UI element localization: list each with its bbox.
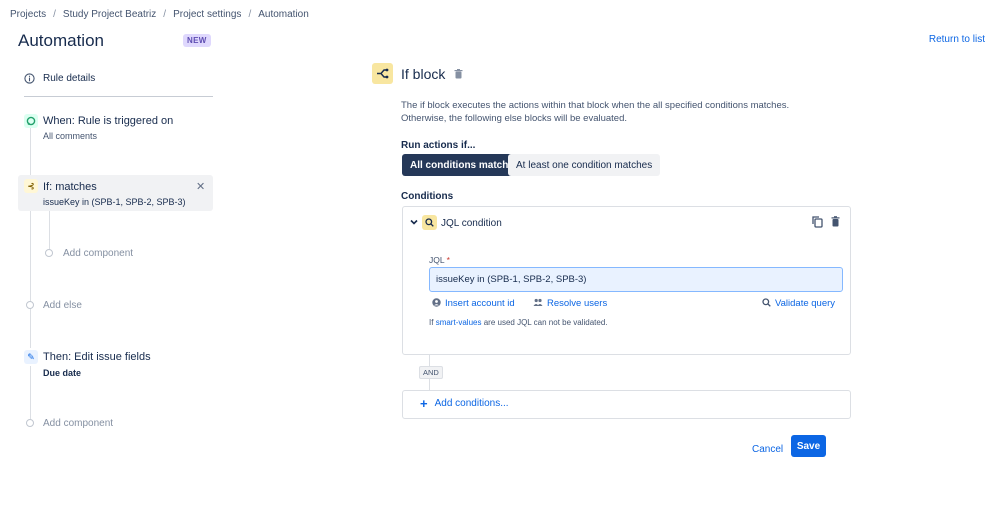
connector-line bbox=[30, 211, 31, 348]
description-line-2: Otherwise, the following else blocks wil… bbox=[401, 113, 628, 124]
cancel-button[interactable]: Cancel bbox=[748, 440, 787, 458]
insert-account-id-label: Insert account id bbox=[445, 298, 515, 309]
user-icon bbox=[432, 298, 441, 309]
run-actions-label: Run actions if... bbox=[401, 140, 476, 151]
new-badge: NEW bbox=[183, 34, 211, 47]
description-line-1: The if block executes the actions within… bbox=[401, 100, 790, 111]
validate-query-link[interactable]: Validate query bbox=[762, 298, 835, 309]
divider bbox=[24, 96, 213, 97]
add-component-dot bbox=[45, 249, 53, 257]
add-else-dot bbox=[26, 301, 34, 309]
add-conditions-label: Add conditions... bbox=[434, 398, 509, 409]
close-icon[interactable]: ✕ bbox=[196, 180, 205, 193]
add-conditions-button[interactable]: + Add conditions... bbox=[420, 395, 509, 411]
block-description: The if block executes the actions within… bbox=[401, 99, 821, 125]
comment-trigger-icon bbox=[24, 114, 38, 128]
jql-label-text: JQL bbox=[429, 255, 445, 265]
breadcrumb: Projects / Study Project Beatriz / Proje… bbox=[10, 9, 309, 20]
search-icon bbox=[762, 298, 771, 309]
jql-condition-title[interactable]: JQL condition bbox=[441, 218, 502, 229]
connector-line bbox=[30, 127, 31, 175]
all-conditions-match-button[interactable]: All conditions match bbox=[402, 154, 517, 176]
return-to-list-link[interactable]: Return to list bbox=[929, 34, 985, 45]
add-component-dot bbox=[26, 419, 34, 427]
hint-prefix: If bbox=[429, 318, 434, 327]
action-title[interactable]: Then: Edit issue fields bbox=[43, 351, 151, 363]
resolve-users-label: Resolve users bbox=[547, 298, 608, 309]
panel-title: If block bbox=[401, 66, 446, 82]
page-title: Automation bbox=[18, 31, 104, 50]
resolve-users-link[interactable]: Resolve users bbox=[533, 298, 607, 309]
breadcrumb-projects[interactable]: Projects bbox=[10, 9, 46, 20]
rule-details-item[interactable]: Rule details bbox=[24, 73, 214, 84]
condition-subtitle: issueKey in (SPB-1, SPB-2, SPB-3) bbox=[43, 197, 186, 207]
breadcrumb-automation[interactable]: Automation bbox=[258, 9, 309, 20]
add-else[interactable]: Add else bbox=[43, 300, 82, 311]
save-button[interactable]: Save bbox=[791, 435, 826, 457]
people-icon bbox=[533, 298, 543, 309]
connector-line bbox=[429, 355, 430, 366]
validate-query-label: Validate query bbox=[775, 298, 836, 309]
delete-block-icon[interactable] bbox=[454, 69, 463, 82]
required-marker: * bbox=[446, 255, 450, 265]
breadcrumb-separator: / bbox=[248, 9, 252, 20]
add-component-outer[interactable]: Add component bbox=[43, 418, 113, 429]
rule-details-label: Rule details bbox=[43, 73, 96, 84]
trigger-subtitle: All comments bbox=[43, 131, 98, 141]
add-component-inner[interactable]: Add component bbox=[63, 248, 133, 259]
breadcrumb-project-settings[interactable]: Project settings bbox=[173, 9, 241, 20]
smart-values-link[interactable]: smart-values bbox=[436, 318, 482, 327]
search-icon bbox=[422, 215, 437, 230]
condition-title[interactable]: If: matches bbox=[43, 181, 97, 193]
trigger-title[interactable]: When: Rule is triggered on bbox=[43, 115, 173, 127]
plus-icon: + bbox=[420, 395, 428, 411]
insert-account-id-link[interactable]: Insert account id bbox=[432, 298, 515, 309]
conditions-label: Conditions bbox=[401, 191, 454, 202]
hint-suffix: are used JQL can not be validated. bbox=[483, 318, 608, 327]
chevron-down-icon[interactable] bbox=[410, 218, 418, 228]
breadcrumb-project[interactable]: Study Project Beatriz bbox=[63, 9, 156, 20]
and-badge: AND bbox=[419, 366, 443, 379]
at-least-one-condition-button[interactable]: At least one condition matches bbox=[508, 154, 661, 176]
branch-icon bbox=[372, 63, 393, 84]
connector-line bbox=[30, 366, 31, 419]
connector-line bbox=[49, 211, 50, 249]
info-icon bbox=[24, 73, 35, 84]
branch-icon: ⊰ bbox=[24, 179, 38, 193]
connector-line bbox=[429, 379, 430, 390]
trash-icon[interactable] bbox=[831, 216, 840, 230]
action-subtitle: Due date bbox=[43, 368, 82, 378]
copy-icon[interactable] bbox=[812, 216, 823, 231]
jql-label: JQL * bbox=[429, 255, 450, 265]
breadcrumb-separator: / bbox=[163, 9, 167, 20]
breadcrumb-separator: / bbox=[53, 9, 56, 20]
smart-values-hint: If smart-values are used JQL can not be … bbox=[429, 318, 608, 327]
pencil-icon: ✎ bbox=[24, 350, 38, 364]
jql-input[interactable] bbox=[429, 267, 843, 292]
